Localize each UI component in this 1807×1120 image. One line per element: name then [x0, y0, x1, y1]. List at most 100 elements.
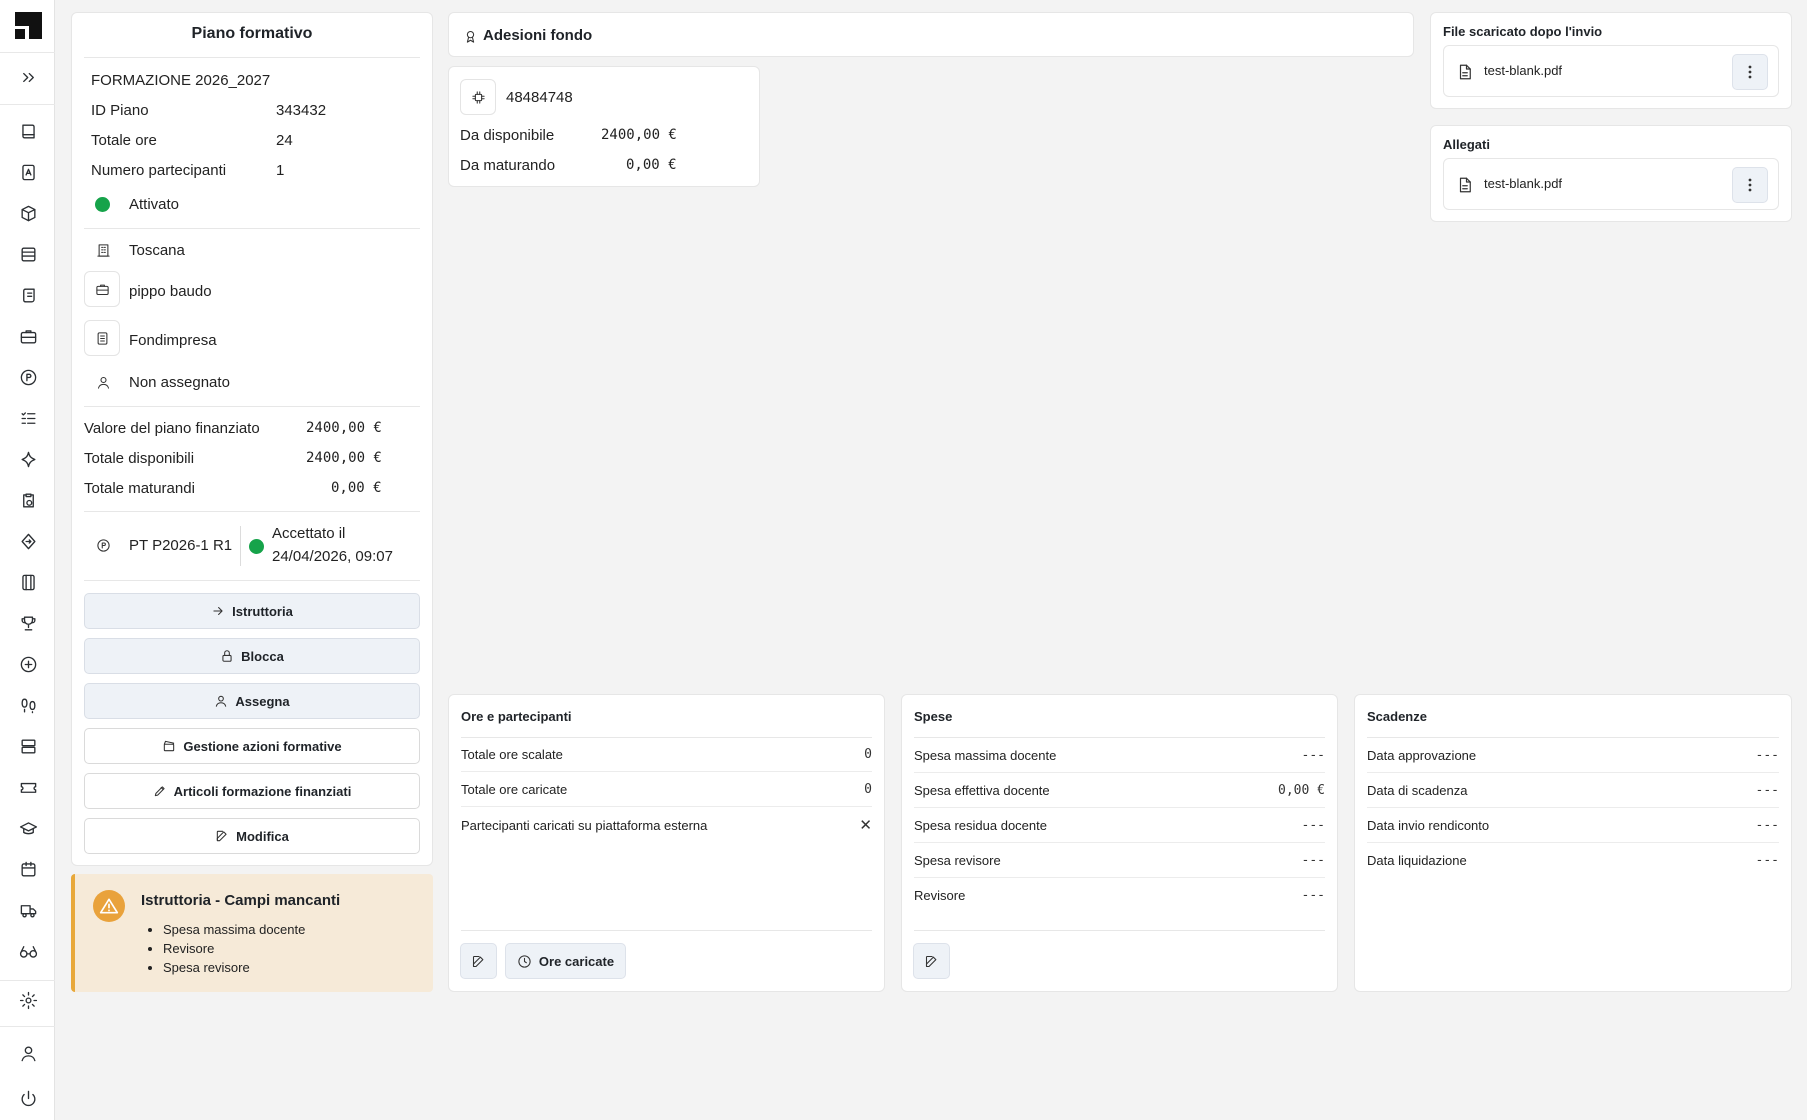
maturandi-value: 0,00 € [331, 480, 382, 496]
row-label: Data invio rendiconto [1367, 817, 1490, 833]
server-icon[interactable] [17, 735, 39, 757]
parking-icon[interactable] [17, 366, 39, 388]
graduation-cap-icon[interactable] [17, 817, 39, 839]
assegna-button[interactable]: Assegna [84, 683, 420, 719]
blocca-button[interactable]: Blocca [84, 638, 420, 674]
briefcase-icon[interactable] [17, 325, 39, 347]
book-icon[interactable] [17, 120, 39, 142]
warning-callout: Istruttoria - Campi mancanti Spesa massi… [71, 874, 433, 992]
disponibile-value: 2400,00 € [601, 127, 677, 143]
clipboard-clock-icon[interactable] [17, 489, 39, 511]
plus-circle-icon[interactable] [17, 653, 39, 675]
expand-icon[interactable] [17, 66, 39, 88]
gestione-azioni-button[interactable]: Gestione azioni formative [84, 728, 420, 764]
table-row: Spesa revisore --- [914, 843, 1325, 878]
contact-book-icon[interactable] [17, 161, 39, 183]
azienda: pippo baudo [129, 283, 212, 300]
row-label: Totale ore caricate [461, 782, 568, 797]
pen-nib-icon [154, 786, 165, 797]
ore-caricate-button[interactable]: Ore caricate [505, 943, 626, 979]
edit-button[interactable] [913, 943, 950, 979]
file-scaricato-card: File scaricato dopo l'invio test-blank.p… [1430, 12, 1792, 109]
edit-button[interactable] [460, 943, 497, 979]
user-icon[interactable] [17, 1042, 39, 1064]
ore-value: 24 [276, 132, 293, 149]
file-row[interactable]: test-blank.pdf [1443, 45, 1779, 97]
sparkle-icon[interactable] [17, 448, 39, 470]
file-name: test-blank.pdf [1484, 176, 1563, 191]
film-icon[interactable] [17, 571, 39, 593]
disponibili-value: 2400,00 € [306, 450, 382, 466]
row-label: Revisore [914, 888, 966, 903]
allegati-card: Allegati test-blank.pdf [1430, 125, 1792, 222]
package-icon[interactable] [17, 202, 39, 224]
ticket-icon[interactable] [17, 776, 39, 798]
route-icon[interactable] [17, 530, 39, 552]
list-item: Spesa massima docente [163, 920, 305, 939]
row-value: --- [1755, 853, 1779, 868]
spese-title: Spese [914, 709, 953, 724]
sidebar-divider [0, 52, 55, 53]
row-value: --- [1755, 782, 1779, 798]
edit-icon [925, 955, 937, 967]
divider [914, 930, 1325, 931]
database-icon[interactable] [17, 243, 39, 265]
logo[interactable] [15, 12, 42, 39]
maturando-value: 0,00 € [626, 157, 677, 173]
ore-caricate-label: Ore caricate [538, 953, 615, 969]
table-row: Revisore --- [914, 878, 1325, 913]
partecipanti-value: 1 [276, 162, 285, 179]
list-check-icon[interactable] [17, 407, 39, 429]
file-row[interactable]: test-blank.pdf [1443, 158, 1779, 210]
file-name: test-blank.pdf [1484, 63, 1563, 78]
row-value: 0 [864, 782, 872, 797]
user-icon [216, 695, 227, 707]
settings-icon[interactable] [17, 989, 39, 1011]
row-label: Data di scadenza [1367, 782, 1468, 798]
glasses-icon[interactable] [17, 940, 39, 962]
fondo: Fondimpresa [129, 332, 217, 349]
table-row: Data approvazione --- [1367, 738, 1779, 773]
edit-icon [216, 830, 227, 842]
truck-icon[interactable] [17, 899, 39, 921]
clock-icon [518, 954, 531, 968]
row-label: Partecipanti caricati su piattaforma est… [461, 817, 708, 833]
power-icon[interactable] [17, 1087, 39, 1109]
arrow-right-icon [213, 606, 223, 616]
more-options-button[interactable] [1732, 54, 1768, 90]
articoli-label: Articoli formazione finanziati [173, 783, 352, 799]
warning-list: Spesa massima docente Revisore Spesa rev… [163, 920, 305, 977]
table-row: Spesa massima docente --- [914, 738, 1325, 773]
badge-icon [461, 27, 479, 45]
pt-status-dot [249, 539, 264, 554]
close-icon: ✕ [859, 817, 872, 834]
scroll-icon[interactable] [17, 284, 39, 306]
user-icon [94, 373, 112, 391]
row-label: Data liquidazione [1367, 853, 1467, 868]
sidebar-divider [0, 104, 55, 105]
blocca-label: Blocca [241, 648, 284, 664]
fund-icon [84, 320, 120, 356]
adesione-code: 48484748 [506, 89, 573, 106]
allegati-title: Allegati [1443, 137, 1490, 152]
table-row: Totale ore caricate 0 [461, 773, 872, 807]
id-label: ID Piano [91, 102, 149, 119]
istruttoria-label: Istruttoria [232, 603, 293, 619]
footprints-icon[interactable] [17, 694, 39, 716]
trophy-icon[interactable] [17, 612, 39, 634]
disponibili-label: Totale disponibili [84, 450, 195, 467]
more-options-button[interactable] [1732, 167, 1768, 203]
table-row: Data invio rendiconto --- [1367, 808, 1779, 843]
istruttoria-button[interactable]: Istruttoria [84, 593, 420, 629]
pt-status-line2: 24/04/2026, 09:07 [272, 548, 393, 565]
status-label: Attivato [129, 196, 180, 213]
calendar-icon[interactable] [17, 858, 39, 880]
divider [84, 228, 420, 229]
warning-title: Istruttoria - Campi mancanti [141, 892, 341, 909]
row-value: --- [1301, 852, 1325, 868]
articoli-button[interactable]: Articoli formazione finanziati [84, 773, 420, 809]
disponibile-label: Da disponibile [460, 127, 555, 144]
modifica-button[interactable]: Modifica [84, 818, 420, 854]
partecipanti-label: Numero partecipanti [91, 162, 227, 179]
pt-status-line1: Accettato il [272, 525, 346, 542]
